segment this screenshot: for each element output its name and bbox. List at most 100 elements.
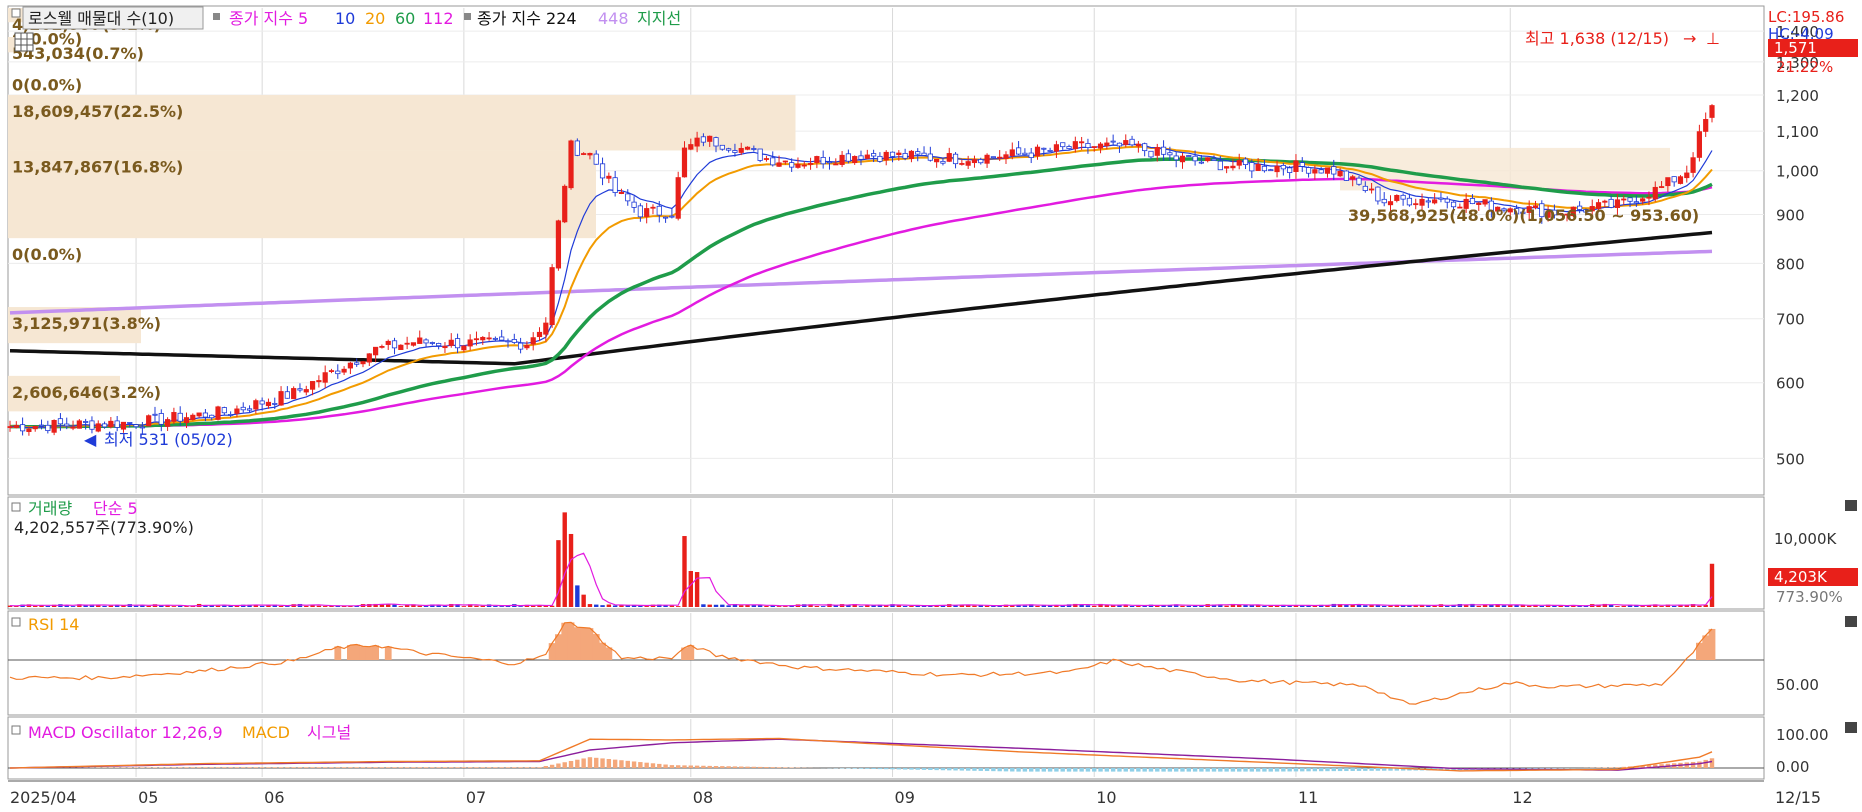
candle-body [253,400,259,410]
candle-body [839,154,845,165]
ma448-legend-label: 448 [598,9,629,28]
macd-osc-bar [581,758,586,768]
volume-bar [909,606,914,607]
volume-bar [644,606,649,607]
macd-osc-bar [549,764,555,768]
macd-osc-bar [1104,768,1110,772]
macd-osc-bar [253,767,259,768]
macd-osc-bar [921,768,927,770]
candle-body [360,361,366,365]
candle-body [108,420,114,428]
candle-body [259,400,265,405]
candle-body [291,388,297,400]
candle-body [228,414,234,416]
ma-legend-20: 20 [365,9,385,28]
candle-body [45,424,51,431]
volume-bar [480,605,485,607]
candle-body [146,415,152,427]
macd-osc-bar [467,767,473,768]
macd-osc-label: MACD Oscillator 12,26,9 [28,723,223,742]
candle-body [215,406,221,420]
candle-body [807,163,814,165]
candle-body [1709,105,1715,118]
macd-y-tick-100: 100.00 [1776,726,1829,744]
candle-body [1097,143,1104,149]
volume-bar [600,605,605,607]
legend-checkbox-icon[interactable] [11,8,21,18]
macd-osc-bar [1186,768,1191,772]
candle-body [700,136,707,143]
macd-osc-bar [739,766,744,768]
rsi-checkbox-icon[interactable] [11,617,21,627]
volume-bar [1501,605,1507,607]
volume-bar [1621,605,1626,607]
macd-osc-bar [606,759,612,768]
volume-bar [1363,605,1368,607]
ma-legend-112: 112 [423,9,454,28]
macd-osc-bar [1274,768,1280,772]
stock-chart[interactable]: 4,202,557(5.1%)0(0.0%)543,034(0.7%)0(0.0… [0,0,1862,812]
volume-bar [764,605,769,607]
candle-body [1129,138,1135,146]
macd-osc-bar [341,767,347,768]
candle-body [209,414,215,419]
candle-body [278,391,284,406]
macd-checkbox-icon[interactable] [11,725,21,735]
candle-body [461,345,467,351]
x-axis-month-label: 09 [895,788,915,807]
volume-checkbox-icon[interactable] [11,502,21,512]
candle-body [732,150,738,153]
macd-osc-bar [1331,768,1336,772]
volume-bar [606,604,612,607]
candle-body [1318,169,1324,174]
candle-body [1148,150,1154,158]
candle-body [429,342,435,344]
volume-bar [726,605,731,607]
candle-body [114,420,120,428]
candle-body [858,155,864,160]
candle-body [1425,200,1431,203]
volume-bar [701,604,706,607]
candle-body [1343,170,1349,181]
candle-body [379,346,385,348]
candle-body [826,161,833,164]
high-pin-icon: ⊥ [1706,29,1720,48]
macd-osc-bar [1016,768,1021,772]
volume-close-icon[interactable] [1845,500,1857,511]
macd-osc-bar [322,767,328,768]
macd-osc-bar [1066,768,1072,772]
macd-osc-bar [669,765,675,768]
candle-body [902,152,908,159]
macd-osc-bar [531,767,536,768]
table-grid-icon[interactable] [14,32,34,52]
macd-osc-bar [909,768,914,770]
macd-osc-bar [770,767,775,768]
macd-osc-bar [241,767,246,768]
macd-close-icon[interactable] [1845,722,1857,733]
macd-osc-bar [1255,768,1261,772]
candle-body [612,177,618,193]
macd-osc-bar [373,767,378,768]
volume-bar [902,606,908,607]
candle-body [1135,143,1141,147]
candle-body [1079,141,1085,144]
candle-body [631,201,637,208]
x-axis-month-label: 2025/04 [10,788,76,807]
candle-body [921,152,927,156]
candle-body [1432,199,1438,204]
candle-body [864,154,870,159]
macd-osc-bar [556,763,561,768]
volume-bar [1382,605,1387,607]
macd-osc-bar [455,767,460,768]
candle-body [1255,163,1261,171]
candle-body [57,418,64,425]
candle-body [391,340,398,349]
candle-body [1444,198,1450,203]
volume-bar [562,512,567,607]
macd-osc-bar [285,767,290,768]
volume-bar [1640,606,1645,607]
candle-body [417,337,423,344]
rsi-close-icon[interactable] [1845,616,1857,627]
candle-body [997,156,1003,159]
candle-body [1337,170,1343,177]
